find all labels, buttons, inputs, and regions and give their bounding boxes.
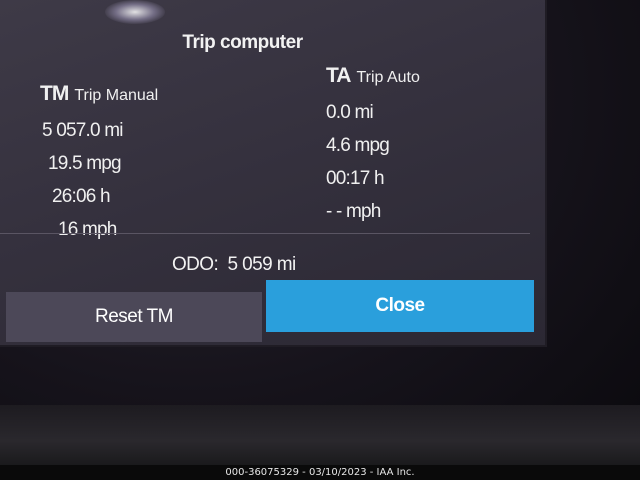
trip-auto-column: TA Trip Auto 0.0 mi 4.6 mpg 00:17 h - - … <box>326 64 420 228</box>
trip-manual-header: TM Trip Manual <box>40 82 158 106</box>
screen-glare <box>105 0 165 24</box>
reset-tm-button[interactable]: Reset TM <box>6 292 262 342</box>
trip-auto-label: Trip Auto <box>356 69 420 86</box>
dashboard-bezel <box>0 405 640 465</box>
trip-computer-screen: Trip computer TM Trip Manual 5 057.0 mi … <box>0 0 547 347</box>
photo-frame: Trip computer TM Trip Manual 5 057.0 mi … <box>0 0 640 480</box>
trip-manual-time: 26:06 h <box>52 186 111 207</box>
trip-auto-fuel-economy: 4.6 mpg <box>326 135 390 156</box>
trip-auto-header: TA Trip Auto <box>326 64 420 88</box>
trip-manual-speed: 16 mph <box>58 219 117 240</box>
trip-auto-speed: - - mph <box>326 201 381 222</box>
trip-auto-abbr: TA <box>326 64 351 87</box>
trip-manual-label: Trip Manual <box>74 87 159 104</box>
trip-manual-column: TM Trip Manual 5 057.0 mi 19.5 mpg 26:06… <box>40 82 158 246</box>
trip-manual-abbr: TM <box>40 82 69 105</box>
close-button[interactable]: Close <box>266 280 534 332</box>
watermark-footer: 000-36075329 - 03/10/2023 - IAA Inc. <box>0 465 640 480</box>
odometer-readout: ODO: 5 059 mi <box>172 254 296 275</box>
divider <box>0 233 530 234</box>
trip-auto-distance: 0.0 mi <box>326 102 374 123</box>
trip-manual-fuel-economy: 19.5 mpg <box>48 153 122 174</box>
trip-auto-time: 00:17 h <box>326 168 385 189</box>
trip-manual-distance: 5 057.0 mi <box>42 120 124 141</box>
page-title: Trip computer <box>182 32 303 53</box>
